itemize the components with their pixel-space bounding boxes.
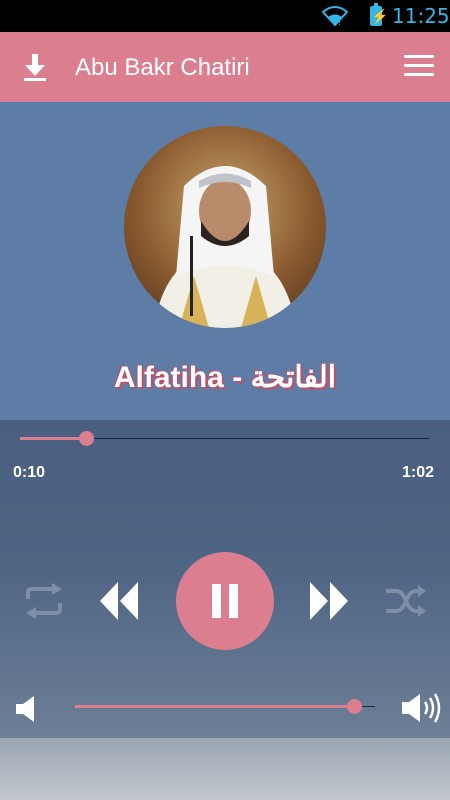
menu-icon[interactable] <box>404 55 434 79</box>
rewind-icon[interactable] <box>98 580 140 622</box>
volume-level <box>75 705 354 708</box>
status-bar: ! ⚡ 11:25 <box>0 0 450 32</box>
track-title: Alfatiha - الفاتحة <box>113 361 337 394</box>
seek-progress <box>20 437 86 440</box>
app-bar: Abu Bakr Chatiri <box>0 32 450 102</box>
pause-button[interactable] <box>176 552 274 650</box>
shuffle-icon[interactable] <box>384 583 428 619</box>
download-icon[interactable] <box>22 52 48 82</box>
current-time: 0:10 <box>13 464 46 481</box>
wifi-icon: ! <box>322 6 348 26</box>
battery-charging-icon: ⚡ <box>370 3 389 26</box>
fast-forward-icon[interactable] <box>308 580 350 622</box>
repeat-icon[interactable] <box>22 583 66 619</box>
player-panel: 0:10 1:02 <box>0 420 450 738</box>
volume-thumb[interactable] <box>347 699 362 714</box>
background-sky <box>0 738 450 800</box>
now-playing-hero: Alfatiha - الفاتحة <box>0 102 450 420</box>
seek-bar[interactable] <box>20 431 430 446</box>
status-time: 11:25 <box>392 4 450 28</box>
svg-text:!: ! <box>338 18 341 26</box>
duration: 1:02 <box>402 464 435 481</box>
app-title: Abu Bakr Chatiri <box>75 54 250 81</box>
volume-slider[interactable] <box>75 699 375 714</box>
seek-thumb[interactable] <box>78 431 94 446</box>
reciter-avatar <box>124 126 326 328</box>
volume-high-icon[interactable] <box>402 690 442 726</box>
volume-low-icon[interactable] <box>16 696 38 722</box>
